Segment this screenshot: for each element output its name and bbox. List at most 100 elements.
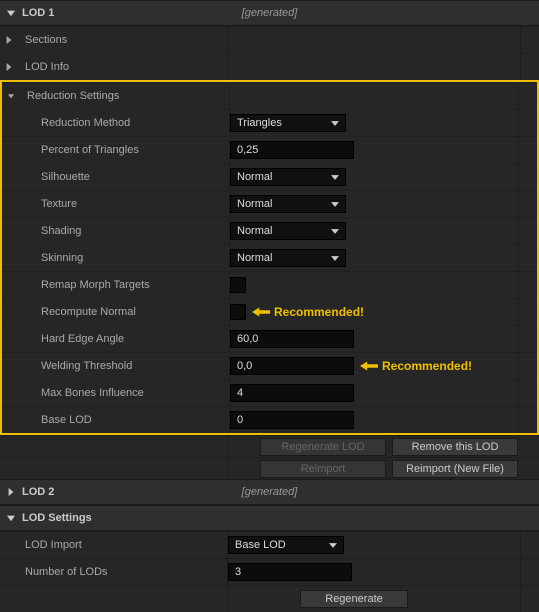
chevron-down-icon: [4, 514, 18, 522]
regenerate-lod-button[interactable]: Regenerate LOD: [260, 438, 386, 456]
row-hard-edge: Hard Edge Angle 60,0: [2, 325, 537, 352]
row-max-bones: Max Bones Influence 4: [2, 379, 537, 406]
row-label: Sections: [17, 34, 227, 46]
row-label: Shading: [19, 225, 229, 237]
row-label: Remap Morph Targets: [19, 279, 229, 291]
row-remap-morph: Remap Morph Targets: [2, 271, 537, 298]
dropdown-shading[interactable]: Normal: [230, 222, 346, 240]
row-label: Hard Edge Angle: [19, 333, 229, 345]
section-header-lod2[interactable]: LOD 2 [generated]: [0, 479, 539, 505]
input-value: 4: [237, 387, 243, 399]
checkbox-remap-morph[interactable]: [230, 277, 246, 293]
input-value: 3: [235, 566, 241, 578]
arrow-left-icon: [360, 361, 378, 371]
row-label: Reduction Settings: [19, 90, 229, 102]
chevron-down-icon: [331, 252, 339, 264]
row-silhouette: Silhouette Normal: [2, 163, 537, 190]
input-base-lod[interactable]: 0: [230, 411, 354, 429]
regenerate-button[interactable]: Regenerate: [300, 590, 408, 608]
section-title: LOD Settings: [22, 512, 92, 524]
annotation-recommended: Recommended!: [360, 359, 472, 373]
row-texture: Texture Normal: [2, 190, 537, 217]
row-label: Welding Threshold: [19, 360, 229, 372]
chevron-right-icon: [4, 488, 18, 496]
annotation-recommended: Recommended!: [252, 305, 364, 319]
row-sections[interactable]: Sections: [0, 26, 539, 53]
button-row-reimport: Reimport Reimport (New File): [0, 457, 539, 479]
row-label: Base LOD: [19, 414, 229, 426]
dropdown-value: Triangles: [237, 117, 282, 129]
row-label: Skinning: [19, 252, 229, 264]
dropdown-value: Normal: [237, 252, 272, 264]
row-label: Reduction Method: [19, 117, 229, 129]
input-percent-triangles[interactable]: 0,25: [230, 141, 354, 159]
row-percent-triangles: Percent of Triangles 0,25: [2, 136, 537, 163]
remove-lod-button[interactable]: Remove this LOD: [392, 438, 518, 456]
row-reduction-method: Reduction Method Triangles: [2, 109, 537, 136]
row-label: LOD Import: [17, 539, 227, 551]
reimport-new-file-button[interactable]: Reimport (New File): [392, 460, 518, 478]
section-tag: [generated]: [242, 486, 298, 498]
row-label: Recompute Normal: [19, 306, 229, 318]
chevron-down-icon: [4, 9, 18, 17]
section-title: LOD 1: [22, 7, 54, 19]
chevron-down-icon: [331, 225, 339, 237]
button-label: Regenerate: [325, 593, 383, 605]
button-label: Regenerate LOD: [281, 441, 364, 453]
dropdown-value: Normal: [237, 198, 272, 210]
highlight-reduction-settings: Reduction Settings Reduction Method Tria…: [0, 80, 539, 435]
row-label: Number of LODs: [17, 566, 227, 578]
row-welding-threshold: Welding Threshold 0,0 Recommended!: [2, 352, 537, 379]
row-regenerate: Regenerate: [0, 585, 539, 612]
dropdown-reduction-method[interactable]: Triangles: [230, 114, 346, 132]
row-shading: Shading Normal: [2, 217, 537, 244]
arrow-left-icon: [252, 307, 270, 317]
dropdown-value: Normal: [237, 225, 272, 237]
dropdown-texture[interactable]: Normal: [230, 195, 346, 213]
input-value: 0,0: [237, 360, 252, 372]
chevron-right-icon: [0, 63, 17, 71]
chevron-down-icon: [331, 117, 339, 129]
chevron-down-icon: [2, 92, 19, 100]
chevron-down-icon: [331, 171, 339, 183]
dropdown-lod-import[interactable]: Base LOD: [228, 536, 344, 554]
input-max-bones[interactable]: 4: [230, 384, 354, 402]
row-base-lod: Base LOD 0: [2, 406, 537, 433]
annotation-text: Recommended!: [274, 305, 364, 319]
row-reduction-settings[interactable]: Reduction Settings: [2, 82, 537, 109]
row-label: Silhouette: [19, 171, 229, 183]
input-value: 60,0: [237, 333, 258, 345]
row-number-of-lods: Number of LODs 3: [0, 558, 539, 585]
chevron-down-icon: [329, 539, 337, 551]
section-title: LOD 2: [22, 486, 54, 498]
checkbox-recompute-normal[interactable]: [230, 304, 246, 320]
input-number-of-lods[interactable]: 3: [228, 563, 352, 581]
row-label: Percent of Triangles: [19, 144, 229, 156]
dropdown-skinning[interactable]: Normal: [230, 249, 346, 267]
button-label: Reimport: [301, 463, 346, 475]
row-skinning: Skinning Normal: [2, 244, 537, 271]
input-value: 0: [237, 414, 243, 426]
row-lod-info[interactable]: LOD Info: [0, 53, 539, 80]
row-label: LOD Info: [17, 61, 227, 73]
section-tag: [generated]: [242, 7, 298, 19]
input-hard-edge[interactable]: 60,0: [230, 330, 354, 348]
section-header-lod-settings[interactable]: LOD Settings: [0, 505, 539, 531]
row-lod-import: LOD Import Base LOD: [0, 531, 539, 558]
input-value: 0,25: [237, 144, 258, 156]
row-label: Max Bones Influence: [19, 387, 229, 399]
annotation-text: Recommended!: [382, 359, 472, 373]
row-recompute-normal: Recompute Normal Recommended!: [2, 298, 537, 325]
button-label: Remove this LOD: [412, 441, 499, 453]
chevron-right-icon: [0, 36, 17, 44]
button-row-lod: Regenerate LOD Remove this LOD: [0, 435, 539, 457]
button-label: Reimport (New File): [406, 463, 504, 475]
dropdown-value: Base LOD: [235, 539, 286, 551]
row-label: Texture: [19, 198, 229, 210]
section-header-lod1[interactable]: LOD 1 [generated]: [0, 0, 539, 26]
dropdown-value: Normal: [237, 171, 272, 183]
chevron-down-icon: [331, 198, 339, 210]
input-welding-threshold[interactable]: 0,0: [230, 357, 354, 375]
reimport-button[interactable]: Reimport: [260, 460, 386, 478]
dropdown-silhouette[interactable]: Normal: [230, 168, 346, 186]
